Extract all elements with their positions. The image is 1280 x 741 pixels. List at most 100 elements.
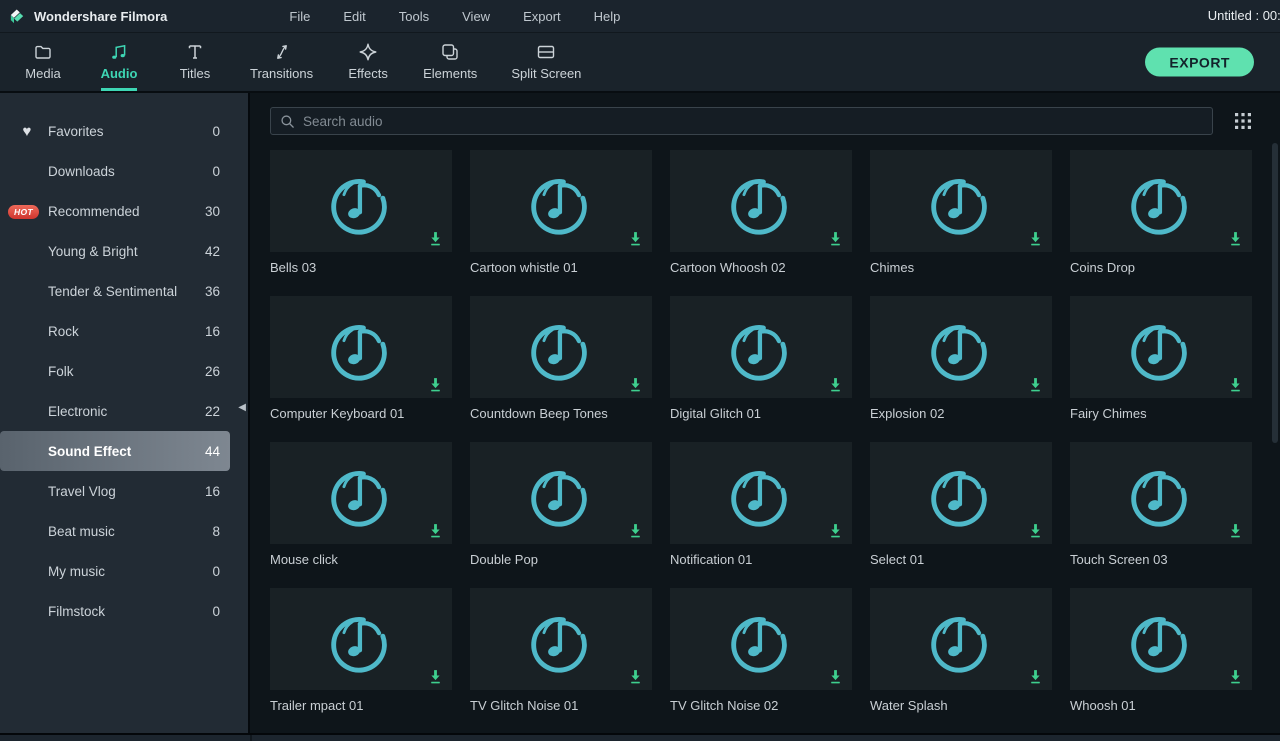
sidebar-item-favorites[interactable]: ♥Favorites0: [0, 111, 248, 151]
sidebar-item-beat-music[interactable]: Beat music8: [0, 511, 248, 551]
audio-card-cartoon-whoosh-02[interactable]: [670, 150, 852, 252]
sidebar-item-sound-effect[interactable]: Sound Effect44: [0, 431, 230, 471]
category-count: 26: [205, 364, 220, 379]
audio-item-name: Cartoon Whoosh 02: [670, 260, 852, 275]
download-icon[interactable]: [428, 377, 443, 393]
menu-help[interactable]: Help: [594, 9, 621, 24]
download-icon[interactable]: [1028, 669, 1043, 685]
sidebar-item-folk[interactable]: Folk26: [0, 351, 248, 391]
sidebar-item-my-music[interactable]: My music0: [0, 551, 248, 591]
download-icon[interactable]: [1028, 523, 1043, 539]
menubar: File Edit Tools View Export Help: [289, 9, 620, 24]
download-icon[interactable]: [428, 523, 443, 539]
sidebar-item-filmstock[interactable]: Filmstock0: [0, 591, 248, 631]
audio-card-double-pop[interactable]: [470, 442, 652, 544]
menu-export[interactable]: Export: [523, 9, 561, 24]
audio-card-bells-03[interactable]: [270, 150, 452, 252]
audio-item-name: Select 01: [870, 552, 1052, 567]
tab-audio[interactable]: Audio: [96, 36, 142, 89]
download-icon[interactable]: [1228, 669, 1243, 685]
download-icon[interactable]: [628, 669, 643, 685]
vertical-scrollbar[interactable]: [1272, 143, 1278, 443]
search-input[interactable]: [303, 114, 1203, 129]
transitions-icon: [272, 40, 292, 62]
download-icon[interactable]: [1228, 523, 1243, 539]
music-note-disc-icon: [722, 160, 800, 242]
audio-card-chimes[interactable]: [870, 150, 1052, 252]
audio-library-panel: Bells 03Cartoon whistle 01Cartoon Whoosh…: [250, 93, 1280, 733]
audio-card-explosion-02[interactable]: [870, 296, 1052, 398]
category-count: 42: [205, 244, 220, 259]
music-note-disc-icon: [1122, 306, 1200, 388]
menu-edit[interactable]: Edit: [343, 9, 365, 24]
audio-card-notification-01[interactable]: [670, 442, 852, 544]
download-icon[interactable]: [628, 523, 643, 539]
audio-card-whoosh-01[interactable]: [1070, 588, 1252, 690]
download-icon[interactable]: [1028, 231, 1043, 247]
download-icon[interactable]: [1228, 231, 1243, 247]
sidebar-item-downloads[interactable]: Downloads0: [0, 151, 248, 191]
download-icon[interactable]: [828, 523, 843, 539]
audio-category-sidebar: ♥Favorites0Downloads0HOTRecommended30You…: [0, 93, 250, 733]
category-label: Downloads: [48, 164, 212, 179]
music-note-disc-icon: [722, 452, 800, 534]
music-note-disc-icon: [922, 306, 1000, 388]
download-icon[interactable]: [828, 377, 843, 393]
menu-tools[interactable]: Tools: [399, 9, 429, 24]
export-button[interactable]: EXPORT: [1145, 48, 1254, 77]
tab-elements[interactable]: Elements: [421, 36, 479, 89]
hot-badge: HOT: [8, 203, 34, 219]
music-note-disc-icon: [1122, 160, 1200, 242]
category-label: Recommended: [48, 204, 205, 219]
audio-card-tv-glitch-noise-01[interactable]: [470, 588, 652, 690]
category-count: 0: [212, 604, 220, 619]
download-icon[interactable]: [628, 231, 643, 247]
download-icon[interactable]: [1028, 377, 1043, 393]
audio-card-cartoon-whistle-01[interactable]: [470, 150, 652, 252]
download-icon[interactable]: [828, 231, 843, 247]
audio-card-select-01[interactable]: [870, 442, 1052, 544]
music-note-disc-icon: [522, 598, 600, 680]
menu-file[interactable]: File: [289, 9, 310, 24]
sidebar-item-recommended[interactable]: HOTRecommended30: [0, 191, 248, 231]
audio-item-name: Double Pop: [470, 552, 652, 567]
sidebar-item-electronic[interactable]: Electronic22: [0, 391, 248, 431]
audio-item: TV Glitch Noise 02: [670, 588, 852, 733]
category-count: 8: [212, 524, 220, 539]
sidebar-item-rock[interactable]: Rock16: [0, 311, 248, 351]
audio-card-water-splash[interactable]: [870, 588, 1052, 690]
audio-card-countdown-beep-tones[interactable]: [470, 296, 652, 398]
menu-view[interactable]: View: [462, 9, 490, 24]
audio-card-trailer-mpact-01[interactable]: [270, 588, 452, 690]
sidebar-item-travel-vlog[interactable]: Travel Vlog16: [0, 471, 248, 511]
audio-card-touch-screen-03[interactable]: [1070, 442, 1252, 544]
category-label: My music: [48, 564, 212, 579]
audio-item: Bells 03: [270, 150, 452, 296]
audio-item: Trailer mpact 01: [270, 588, 452, 733]
audio-card-digital-glitch-01[interactable]: [670, 296, 852, 398]
tab-split-screen[interactable]: Split Screen: [509, 36, 583, 89]
sidebar-item-tender-sentimental[interactable]: Tender & Sentimental36: [0, 271, 248, 311]
tab-media[interactable]: Media: [20, 36, 66, 89]
audio-card-tv-glitch-noise-02[interactable]: [670, 588, 852, 690]
category-label: Electronic: [48, 404, 205, 419]
audio-card-fairy-chimes[interactable]: [1070, 296, 1252, 398]
download-icon[interactable]: [828, 669, 843, 685]
sidebar-collapse-arrow-icon[interactable]: ◀: [238, 403, 246, 413]
tab-titles[interactable]: Titles: [172, 36, 218, 89]
grid-view-icon[interactable]: [1232, 110, 1254, 132]
download-icon[interactable]: [428, 669, 443, 685]
tab-effects[interactable]: Effects: [345, 36, 391, 89]
audio-card-mouse-click[interactable]: [270, 442, 452, 544]
music-note-disc-icon: [522, 160, 600, 242]
audio-card-coins-drop[interactable]: [1070, 150, 1252, 252]
panel-divider: [250, 735, 252, 741]
sidebar-item-young-bright[interactable]: Young & Bright42: [0, 231, 248, 271]
search-box[interactable]: [270, 107, 1213, 135]
timeline-panel-edge: [0, 733, 1280, 741]
download-icon[interactable]: [428, 231, 443, 247]
download-icon[interactable]: [1228, 377, 1243, 393]
download-icon[interactable]: [628, 377, 643, 393]
tab-transitions[interactable]: Transitions: [248, 36, 315, 89]
audio-card-computer-keyboard-01[interactable]: [270, 296, 452, 398]
